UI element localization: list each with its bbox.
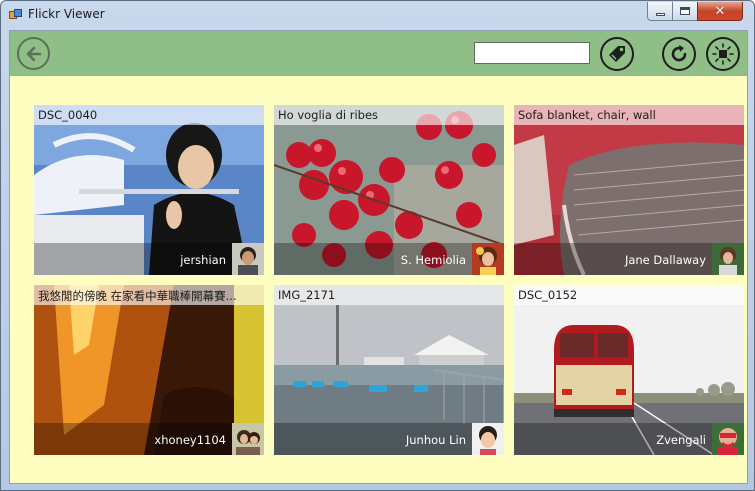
photo-title: IMG_2171: [274, 285, 504, 305]
stop-icon: [712, 43, 734, 65]
refresh-icon: [671, 45, 687, 62]
minimize-icon: [655, 12, 665, 16]
photo-tile[interactable]: 我悠閒的傍晚 在家看中華職棒開幕賽... xhoney1104: [34, 285, 264, 455]
owner-avatar: [472, 243, 504, 275]
minimize-button[interactable]: [647, 2, 673, 21]
owner-bar: [274, 423, 504, 455]
photo-tile[interactable]: IMG_2171 Junhou Lin: [274, 285, 504, 455]
owner-avatar: [472, 423, 504, 455]
owner-bar: [274, 243, 504, 275]
owner-bar: [34, 423, 264, 455]
tag-icon: [609, 46, 625, 62]
photo-owner: jershian: [180, 253, 226, 267]
window-title: Flickr Viewer: [28, 7, 105, 21]
photo-tile[interactable]: Ho voglia di ribes S. Hemiolia: [274, 105, 504, 275]
photo-owner: S. Hemiolia: [400, 253, 466, 267]
toolbar: [10, 31, 747, 76]
tags-button[interactable]: [600, 37, 634, 71]
search-input[interactable]: [474, 42, 590, 64]
refresh-button[interactable]: [662, 37, 696, 71]
photo-owner: Jane Dallaway: [624, 253, 706, 267]
close-button[interactable]: ✕: [697, 2, 743, 21]
close-icon: ✕: [714, 3, 726, 19]
photo-title: DSC_0152: [514, 285, 744, 305]
owner-avatar: [232, 423, 264, 455]
maximize-icon: [680, 7, 690, 15]
owner-avatar: [232, 243, 264, 275]
photo-owner: xhoney1104: [154, 433, 226, 447]
back-button[interactable]: [17, 37, 50, 70]
owner-avatar: [712, 423, 744, 455]
owner-avatar: [712, 243, 744, 275]
photo-title: DSC_0040: [34, 105, 264, 125]
photo-title: 我悠閒的傍晚 在家看中華職棒開幕賽...: [34, 285, 264, 305]
app-window: Flickr Viewer ✕ DSC_0040 jershian Ho vog…: [0, 0, 755, 491]
photo-tile[interactable]: DSC_0152 Zvengali: [514, 285, 744, 455]
photo-tile[interactable]: Sofa blanket, chair, wall Jane Dallaway: [514, 105, 744, 275]
photo-title: Ho voglia di ribes: [274, 105, 504, 125]
maximize-button[interactable]: [672, 2, 698, 21]
app-icon: [9, 9, 23, 21]
owner-bar: [514, 423, 744, 455]
photo-owner: Junhou Lin: [405, 433, 466, 447]
title-bar[interactable]: Flickr Viewer ✕: [1, 1, 754, 30]
photo-owner: Zvengali: [656, 433, 706, 447]
photo-tile[interactable]: DSC_0040 jershian: [34, 105, 264, 275]
owner-bar: [34, 243, 264, 275]
back-arrow-icon: [26, 46, 41, 61]
stop-button[interactable]: [706, 37, 740, 71]
photo-title: Sofa blanket, chair, wall: [514, 105, 744, 125]
client-area: DSC_0040 jershian Ho voglia di ribes S. …: [9, 30, 748, 484]
